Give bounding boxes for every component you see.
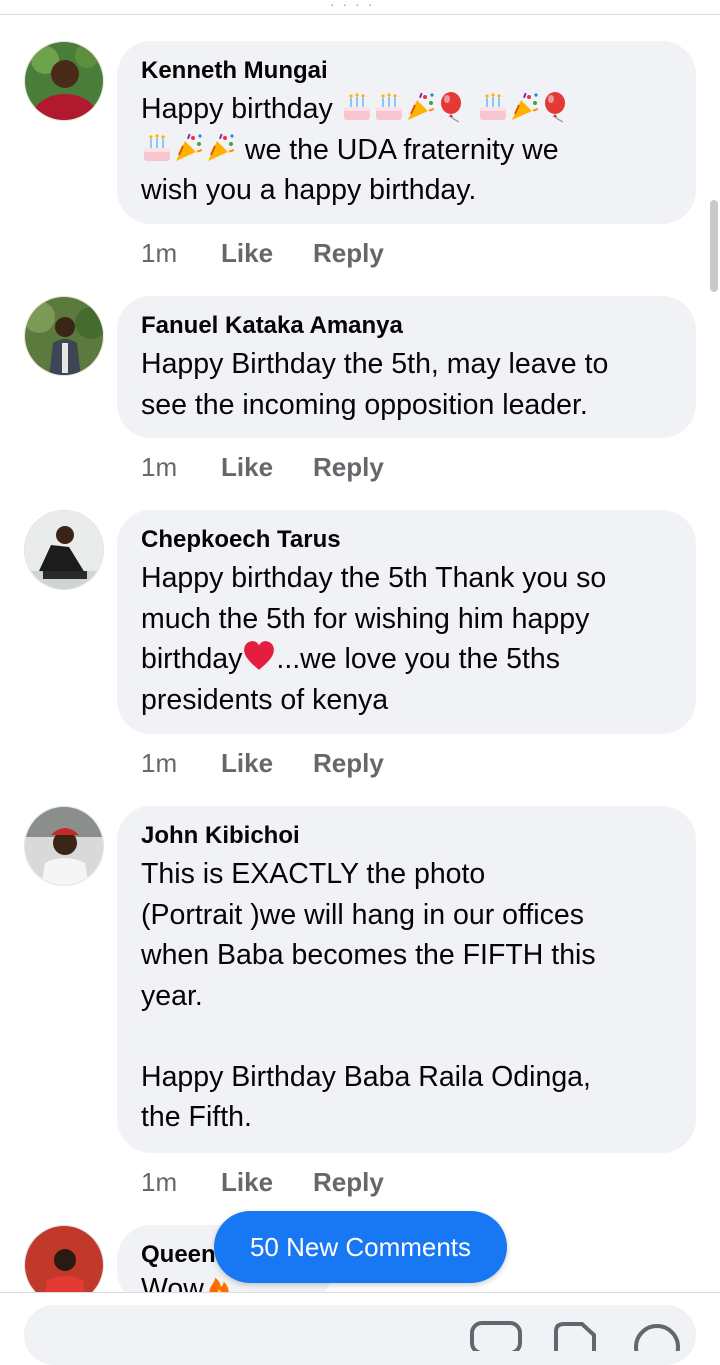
balloon-icon <box>437 91 469 123</box>
comment-bubble[interactable]: Fanuel Kataka Amanya Happy Birthday the … <box>117 296 696 438</box>
comment-text: This is EXACTLY the photo (Portrait )we … <box>141 858 596 1133</box>
birthday-cake-icon <box>373 91 405 123</box>
comment-bubble[interactable]: Kenneth Mungai Happy birthday we the UDA… <box>117 41 696 224</box>
comment-text: Happy birthday we the UDA fraternity we … <box>141 89 672 211</box>
scrollbar[interactable] <box>710 200 718 292</box>
red-heart-icon <box>242 639 276 673</box>
top-edge: · · · · <box>0 0 720 15</box>
commenter-name[interactable]: Kenneth Mungai <box>141 55 672 87</box>
party-popper-icon <box>509 91 541 123</box>
comment-bubble[interactable]: Chepkoech Tarus Happy birthday the 5th T… <box>117 510 696 734</box>
comment-timestamp[interactable]: 1m <box>141 238 177 269</box>
like-button[interactable]: Like <box>221 452 273 483</box>
reply-button[interactable]: Reply <box>313 748 384 779</box>
avatar[interactable] <box>24 806 104 886</box>
comment-timestamp[interactable]: 1m <box>141 748 177 779</box>
birthday-cake-icon <box>341 91 373 123</box>
avatar[interactable] <box>24 296 104 376</box>
camera-icon[interactable] <box>470 1321 522 1351</box>
birthday-cake-icon <box>477 91 509 123</box>
like-button[interactable]: Like <box>221 748 273 779</box>
comment-text: Happy Birthday the 5th, may leave to see… <box>141 348 609 421</box>
gif-icon[interactable] <box>552 1321 598 1351</box>
commenter-name[interactable]: Chepkoech Tarus <box>141 524 672 556</box>
like-button[interactable]: Like <box>221 238 273 269</box>
avatar[interactable] <box>24 510 104 590</box>
party-popper-icon <box>173 132 205 164</box>
comment-composer-bar <box>0 1292 720 1365</box>
commenter-name[interactable]: Fanuel Kataka Amanya <box>141 310 672 342</box>
comment-text-part: Happy birthday <box>141 93 333 125</box>
comment-text: Happy birthday the 5th Thank you so much… <box>141 558 672 720</box>
comment-text-part: we the UDA fraternity we <box>237 133 559 166</box>
comment-timestamp[interactable]: 1m <box>141 452 177 483</box>
commenter-name[interactable]: John Kibichoi <box>141 820 672 852</box>
new-comments-button[interactable]: 50 New Comments <box>214 1211 507 1283</box>
comment-text-part: wish you a happy birthday. <box>141 174 477 206</box>
sticker-icon[interactable] <box>632 1321 682 1351</box>
avatar[interactable] <box>24 41 104 121</box>
reply-button[interactable]: Reply <box>313 238 384 269</box>
reply-button[interactable]: Reply <box>313 452 384 483</box>
reply-button[interactable]: Reply <box>313 1167 384 1198</box>
like-button[interactable]: Like <box>221 1167 273 1198</box>
balloon-icon <box>541 91 573 123</box>
clipped-text: · · · · <box>330 0 375 12</box>
party-popper-icon <box>405 91 437 123</box>
comment-timestamp[interactable]: 1m <box>141 1167 177 1198</box>
party-popper-icon <box>205 132 237 164</box>
birthday-cake-icon <box>141 132 173 164</box>
comment-bubble[interactable]: John Kibichoi This is EXACTLY the photo … <box>117 806 696 1153</box>
